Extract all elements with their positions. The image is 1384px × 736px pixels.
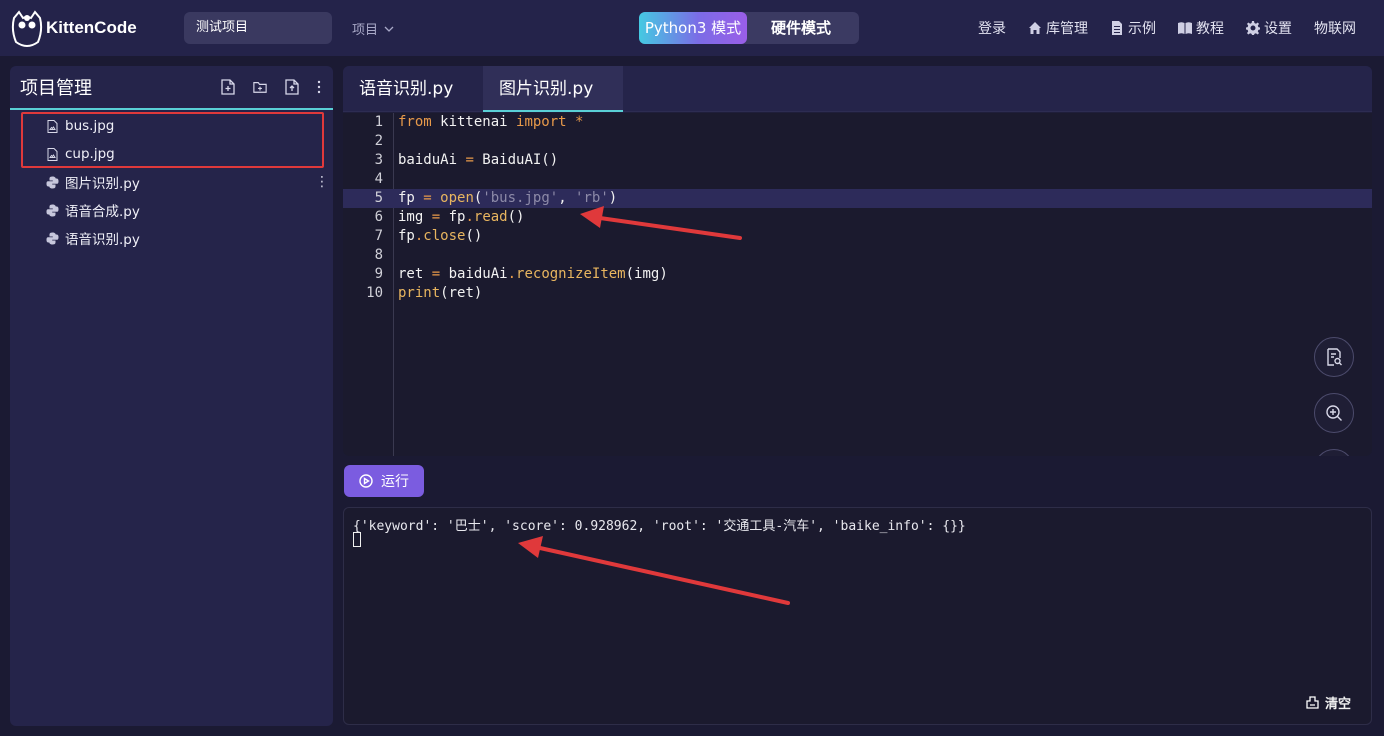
code-line[interactable]: 2 <box>343 132 1372 151</box>
code-line[interactable]: 9 ret = baiduAi.recognizeItem(img) <box>343 265 1372 284</box>
nav-tutorial[interactable]: 教程 <box>1178 18 1224 38</box>
nav-settings[interactable]: 设置 <box>1246 18 1292 38</box>
search-document-icon <box>1327 348 1342 366</box>
python3-mode-button[interactable]: Python3 模式 <box>639 12 747 44</box>
tab-speech-recognition[interactable]: 语音识别.py <box>343 66 483 112</box>
output-console[interactable]: {'keyword': '巴士', 'score': 0.928962, 'ro… <box>343 507 1372 725</box>
upload-file-icon[interactable] <box>285 79 299 95</box>
nav-examples[interactable]: 示例 <box>1110 18 1156 38</box>
console-cursor <box>353 532 361 547</box>
home-icon <box>1029 22 1041 34</box>
play-circle-icon <box>359 474 373 488</box>
gear-icon <box>1246 21 1260 35</box>
code-area[interactable]: 1 from kittenai import * 2 3 baiduAi = Baidu… <box>343 113 1372 456</box>
eraser-icon <box>1306 696 1319 709</box>
project-menu-label: 项目 <box>352 23 379 38</box>
run-button[interactable]: 运行 <box>344 465 424 497</box>
top-bar: KittenCode 测试项目 项目 Python3 模式 硬件模式 登录 库管… <box>0 0 1384 56</box>
project-panel-header: 项目管理 <box>10 66 333 110</box>
code-line[interactable]: 8 <box>343 246 1372 265</box>
document-icon <box>1112 21 1122 35</box>
mode-switch: Python3 模式 硬件模式 <box>639 12 859 44</box>
tab-image-recognition[interactable]: 图片识别.py <box>483 66 623 112</box>
line-number: 1 <box>374 114 383 130</box>
nav-login[interactable]: 登录 <box>978 18 1006 38</box>
code-editor: 语音识别.py 图片识别.py 1 from kittenai import * 2… <box>343 66 1372 456</box>
project-panel-tools <box>221 79 321 95</box>
project-panel-title: 项目管理 <box>20 78 92 99</box>
file-name: 语音合成.py <box>65 204 140 220</box>
nav-login-label: 登录 <box>978 21 1006 37</box>
kitten-logo-icon <box>11 10 43 47</box>
code-text: ret = baiduAi.recognizeItem(img) <box>398 266 668 282</box>
line-number: 10 <box>366 285 383 301</box>
python-file-icon <box>46 232 59 244</box>
line-number: 9 <box>374 266 383 282</box>
code-text: from kittenai import * <box>398 114 584 130</box>
file-item-image-recognition-py[interactable]: 图片识别.py ⋮ <box>10 168 333 196</box>
clear-console-button[interactable]: 清空 <box>1306 693 1351 712</box>
file-name: cup.jpg <box>65 146 115 162</box>
zoom-out-button[interactable] <box>1314 449 1354 456</box>
book-icon <box>1178 22 1192 34</box>
file-list: bus.jpg cup.jpg 图片识别.py ⋮ 语音合成.py 语音识别.p… <box>10 110 333 252</box>
file-name: bus.jpg <box>65 118 115 134</box>
line-number: 6 <box>374 209 383 225</box>
project-menu[interactable]: 项目 <box>352 19 394 38</box>
nav-settings-label: 设置 <box>1264 21 1292 37</box>
code-line[interactable]: 1 from kittenai import * <box>343 113 1372 132</box>
file-more-icon[interactable]: ⋮ <box>315 174 329 190</box>
nav-library-label: 库管理 <box>1046 21 1088 37</box>
nav-iot[interactable]: 物联网 <box>1314 18 1356 38</box>
logo[interactable]: KittenCode <box>10 8 137 48</box>
code-text: baiduAi = BaiduAI() <box>398 152 559 168</box>
line-number: 3 <box>374 152 383 168</box>
clear-console-label: 清空 <box>1324 697 1351 712</box>
new-folder-icon[interactable] <box>253 79 267 95</box>
line-number: 7 <box>374 228 383 244</box>
more-options-icon[interactable] <box>317 79 321 95</box>
chevron-down-icon <box>384 26 394 32</box>
line-number: 5 <box>374 190 383 206</box>
code-line[interactable]: 10 print(ret) <box>343 284 1372 303</box>
code-text: img = fp.read() <box>398 209 525 225</box>
code-line[interactable]: 7 fp.close() <box>343 227 1372 246</box>
file-name: 图片识别.py <box>65 176 140 192</box>
nav-examples-label: 示例 <box>1128 21 1156 37</box>
console-output: {'keyword': '巴士', 'score': 0.928962, 'ro… <box>353 519 966 534</box>
python-file-icon <box>46 176 59 188</box>
top-nav: 登录 库管理 示例 教程 设置 物联网 <box>978 18 1356 38</box>
file-item-cup-jpg[interactable]: cup.jpg <box>10 140 333 168</box>
nav-iot-label: 物联网 <box>1314 21 1356 37</box>
nav-tutorial-label: 教程 <box>1196 21 1224 37</box>
code-line[interactable]: 4 <box>343 170 1372 189</box>
code-line[interactable]: 5 fp = open('bus.jpg', 'rb') <box>343 189 1372 208</box>
code-text: fp.close() <box>398 228 483 244</box>
file-name: 语音识别.py <box>65 232 140 248</box>
line-number: 8 <box>374 247 383 263</box>
project-panel: 项目管理 bus.jpg cup.jpg 图片识别.py ⋮ 语音合成.py 语 <box>10 66 333 726</box>
image-file-icon <box>47 147 58 161</box>
line-number: 4 <box>374 171 383 187</box>
file-item-speech-recognition-py[interactable]: 语音识别.py <box>10 224 333 252</box>
line-number: 2 <box>374 133 383 149</box>
logo-text: KittenCode <box>46 18 137 37</box>
hardware-mode-button[interactable]: 硬件模式 <box>747 12 855 44</box>
code-text: print(ret) <box>398 285 483 301</box>
zoom-in-icon <box>1326 405 1342 421</box>
file-item-speech-synthesis-py[interactable]: 语音合成.py <box>10 196 333 224</box>
image-file-icon <box>47 119 58 133</box>
code-line[interactable]: 6 img = fp.read() <box>343 208 1372 227</box>
format-code-button[interactable] <box>1314 337 1354 377</box>
zoom-in-button[interactable] <box>1314 393 1354 433</box>
new-file-icon[interactable] <box>221 79 235 95</box>
project-name-field[interactable]: 测试项目 <box>184 12 332 44</box>
python-file-icon <box>46 204 59 216</box>
code-line[interactable]: 3 baiduAi = BaiduAI() <box>343 151 1372 170</box>
nav-library[interactable]: 库管理 <box>1028 18 1088 38</box>
run-button-label: 运行 <box>381 474 409 490</box>
file-item-bus-jpg[interactable]: bus.jpg <box>10 112 333 140</box>
editor-tabs: 语音识别.py 图片识别.py <box>343 66 1372 112</box>
code-text: fp = open('bus.jpg', 'rb') <box>398 190 618 206</box>
